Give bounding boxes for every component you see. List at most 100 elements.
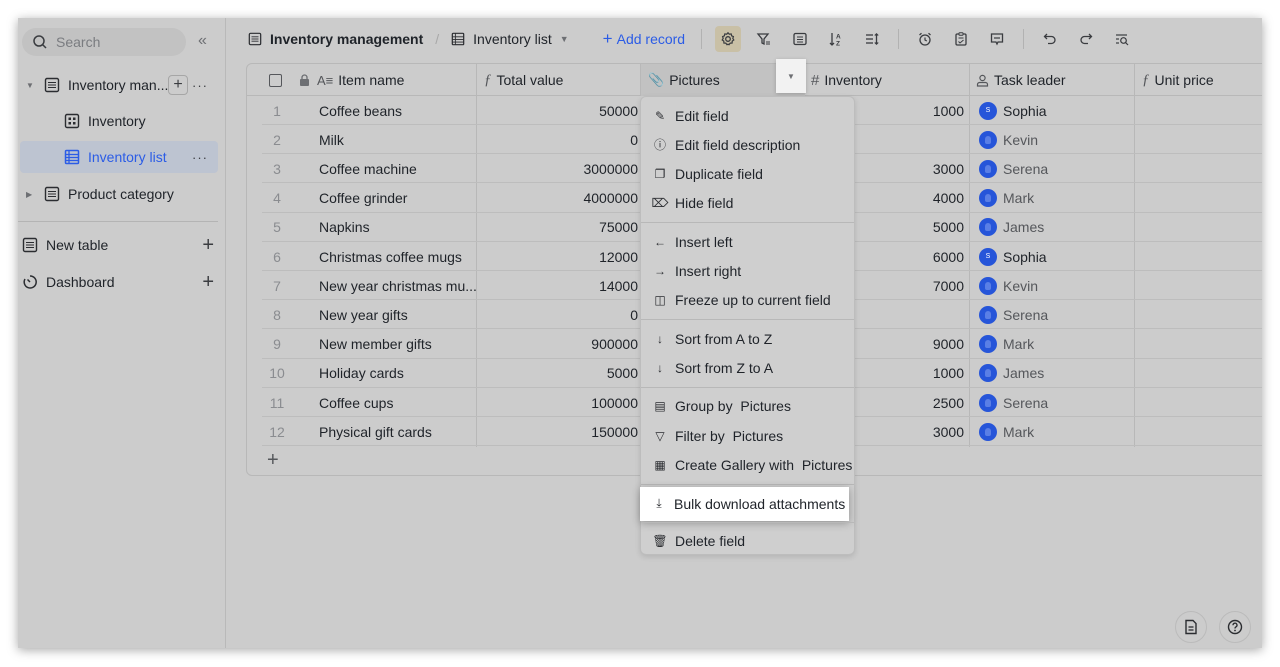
download-icon: ⤓ [656,496,662,511]
cell-total-value[interactable]: 14000 [476,271,638,300]
cell-total-value[interactable]: 150000 [476,417,638,446]
avatar [979,276,997,295]
search-input[interactable]: Search [22,28,186,56]
settings-button[interactable] [715,26,742,52]
select-all-checkbox[interactable] [269,64,282,96]
cell-total-value[interactable]: 0 [476,125,638,154]
tree-item-inventory[interactable]: Inventory [20,105,218,137]
cell-task-leader[interactable]: Kevin [979,125,1139,154]
avatar [979,218,997,237]
help-button[interactable] [1219,611,1251,643]
cell-task-leader[interactable]: Kevin [979,271,1139,300]
grid-view-icon [451,32,465,46]
row-number: 5 [273,219,281,236]
cell-task-leader[interactable]: S Sophia [979,96,1139,125]
sort-button[interactable]: AZ [823,26,849,52]
cell-item-name[interactable]: New year christmas mu... [319,271,477,300]
group-button[interactable] [787,26,813,52]
cell-task-leader[interactable]: James [979,213,1139,242]
menu-item-insert-left[interactable]: ← Insert left [641,227,854,256]
menu-item-edit-field-description[interactable]: ⓘ Edit field description [641,130,854,159]
menu-item-group-by-pictures[interactable]: ▤ Group by Pictures [641,392,854,421]
cell-item-name[interactable]: Holiday cards [319,359,404,388]
breadcrumb-base[interactable]: Inventory management [248,31,423,47]
cell-total-value[interactable]: 100000 [476,388,638,417]
cell-item-name[interactable]: Coffee machine [319,154,417,183]
cell-task-leader[interactable]: James [979,359,1139,388]
add-record-label: Add record [616,31,686,47]
column-header-task-leader[interactable]: Task leader [976,64,1131,96]
caret-down-icon[interactable]: ▼ [26,81,38,90]
undo-button[interactable] [1037,26,1063,52]
column-header-total-value[interactable]: ƒ Total value [484,64,639,96]
cell-total-value[interactable]: 50000 [476,96,638,125]
cell-total-value[interactable]: 4000000 [476,184,638,213]
view-selector[interactable]: Inventory list ▼ [451,31,569,47]
tree-item-inventory-list[interactable]: Inventory list ··· [20,141,218,173]
cell-task-leader[interactable]: Serena [979,154,1139,183]
tree-item-label: Inventory list [88,149,167,165]
cell-task-leader[interactable]: Serena [979,300,1139,329]
add-table-icon[interactable]: + [202,234,214,257]
cell-total-value[interactable]: 75000 [476,213,638,242]
cell-task-leader[interactable]: Serena [979,388,1139,417]
reminder-button[interactable] [912,26,938,52]
caret-right-icon[interactable]: ▶ [26,190,38,199]
new-table-item[interactable]: New table + [22,230,218,260]
cell-total-value[interactable]: 900000 [476,330,638,359]
menu-item-delete-field[interactable]: 🗑 Delete field [641,527,854,556]
filter-button[interactable] [751,26,777,52]
column-header-item-name[interactable]: A≡ Item name [317,64,475,96]
column-header-inventory[interactable]: # Inventory [811,64,966,96]
dashboard-item[interactable]: Dashboard + [22,267,218,297]
document-button[interactable] [1175,611,1207,643]
form-button[interactable] [948,26,974,52]
comment-button[interactable] [984,26,1010,52]
cell-total-value[interactable]: 0 [476,300,638,329]
field-menu-toggle[interactable]: ▼ [776,59,806,93]
avatar [979,305,997,324]
cell-task-leader[interactable]: Mark [979,330,1139,359]
more-icon[interactable]: ··· [192,150,208,165]
cell-item-name[interactable]: Physical gift cards [319,417,432,446]
toolbar: Inventory management / Inventory list ▼ … [226,18,1262,60]
tree-item-product-category[interactable]: ▶ Product category [20,178,218,210]
menu-item-duplicate-field[interactable]: ❐ Duplicate field [641,160,854,189]
menu-item-freeze-up-to-current-field[interactable]: ◫ Freeze up to current field [641,286,854,315]
cell-item-name[interactable]: Napkins [319,213,370,242]
cell-item-name[interactable]: Coffee grinder [319,184,407,213]
cell-task-leader[interactable]: S Sophia [979,242,1139,271]
cell-task-leader[interactable]: Mark [979,417,1139,446]
menu-item-insert-right[interactable]: → Insert right [641,257,854,286]
tree-item-label: Product category [68,186,174,202]
cell-item-name[interactable]: New member gifts [319,330,432,359]
cell-item-name[interactable]: Coffee cups [319,388,393,417]
menu-item-edit-field[interactable]: ✎ Edit field [641,101,854,130]
menu-item-create-gallery-with-pictures[interactable]: ▦ Create Gallery with Pictures [641,450,854,479]
tree-item-inventory-management[interactable]: ▼ Inventory man... + ··· [20,69,218,101]
collapse-sidebar-icon[interactable]: « [198,32,207,50]
add-icon[interactable]: + [168,75,188,95]
row-height-button[interactable] [859,26,885,52]
more-icon[interactable]: ··· [192,78,208,93]
menu-item-bulk-download-attachments[interactable]: ⤓ Bulk download attachments [640,486,849,521]
menu-separator [641,386,854,388]
cell-total-value[interactable]: 5000 [476,359,638,388]
cell-total-value[interactable]: 12000 [476,242,638,271]
menu-item-hide-field[interactable]: ⌦ Hide field [641,189,854,218]
cell-total-value[interactable]: 3000000 [476,154,638,183]
cell-item-name[interactable]: Milk [319,125,344,154]
find-button[interactable] [1109,26,1135,52]
cell-task-leader[interactable]: Mark [979,184,1139,213]
redo-button[interactable] [1073,26,1099,52]
add-record-button[interactable]: + Add record [603,29,685,49]
add-row-button[interactable]: + [267,449,279,472]
column-header-unit-price[interactable]: ƒ Unit price [1142,64,1262,96]
cell-item-name[interactable]: Coffee beans [319,96,402,125]
menu-item-filter-by-pictures[interactable]: ▽ Filter by Pictures [641,421,854,450]
cell-item-name[interactable]: New year gifts [319,300,408,329]
menu-item-sort-from-z-to-a[interactable]: ↓ Sort from Z to A [641,353,854,382]
add-dashboard-icon[interactable]: + [202,271,214,294]
menu-item-sort-from-a-to-z[interactable]: ↓ Sort from A to Z [641,324,854,353]
cell-item-name[interactable]: Christmas coffee mugs [319,242,462,271]
